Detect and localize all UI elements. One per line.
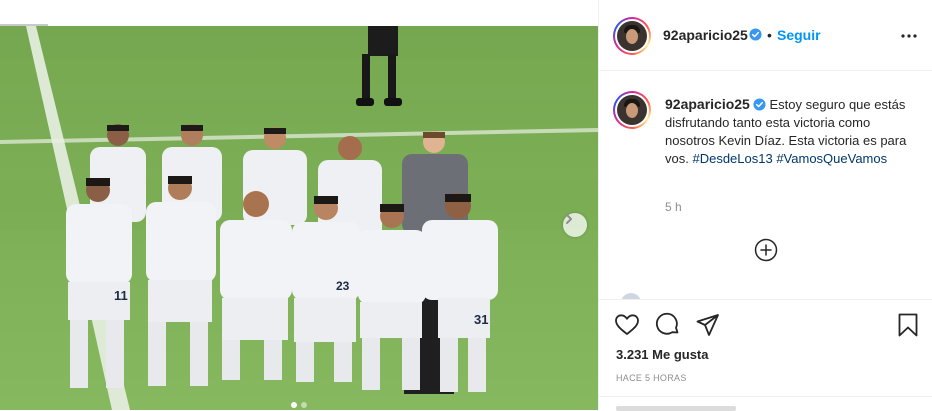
post-photo[interactable]: 11 23 31 xyxy=(0,0,598,410)
separator-dot: • xyxy=(767,27,772,43)
photo-top-strip xyxy=(0,0,598,26)
hashtag-link[interactable]: #VamosQueVamos xyxy=(776,151,887,166)
share-icon[interactable] xyxy=(695,312,721,338)
comment-timestamp: 5 h xyxy=(665,200,682,214)
post-header: 92aparicio25 • Seguir xyxy=(599,0,932,71)
verified-badge-icon xyxy=(749,28,762,41)
caption-username-link[interactable]: 92aparicio25 xyxy=(665,96,750,112)
bookmark-icon[interactable] xyxy=(895,312,921,338)
username-link[interactable]: 92aparicio25 xyxy=(663,27,748,43)
avatar[interactable] xyxy=(613,17,651,55)
heart-icon[interactable] xyxy=(614,312,640,338)
add-comment-icon[interactable] xyxy=(754,238,778,262)
caption-comment: 92aparicio25 Estoy seguro que estás disf… xyxy=(599,71,932,299)
carousel-indicator xyxy=(0,402,598,408)
likes-count[interactable]: 3.231 Me gusta xyxy=(616,347,709,362)
carousel-dot xyxy=(301,402,307,408)
jersey-number-label: 31 xyxy=(474,312,488,327)
comment-avatar[interactable] xyxy=(613,91,651,129)
hashtag-link[interactable]: #DesdeLos13 xyxy=(692,151,772,166)
follow-button[interactable]: Seguir xyxy=(777,27,821,43)
jersey-number-label: 11 xyxy=(114,288,128,303)
post-actions: 3.231 Me gusta HACE 5 HORAS xyxy=(599,299,932,411)
post-sidebar: 92aparicio25 • Seguir 92aparicio25 Estoy… xyxy=(598,0,932,411)
carousel-dot-active xyxy=(291,402,297,408)
comment-icon[interactable] xyxy=(655,312,681,338)
divider xyxy=(599,396,932,397)
team-photo-image: 11 23 31 xyxy=(0,0,598,410)
more-options-icon[interactable] xyxy=(899,26,919,46)
next-photo-button[interactable] xyxy=(563,213,587,237)
jersey-number-label: 23 xyxy=(336,279,350,293)
post-timestamp: HACE 5 HORAS xyxy=(616,373,687,383)
caption-text-block: 92aparicio25 Estoy seguro que estás disf… xyxy=(665,95,915,168)
chevron-right-icon xyxy=(566,214,572,224)
comment-input-peek xyxy=(616,406,736,411)
verified-badge-icon xyxy=(753,98,766,111)
